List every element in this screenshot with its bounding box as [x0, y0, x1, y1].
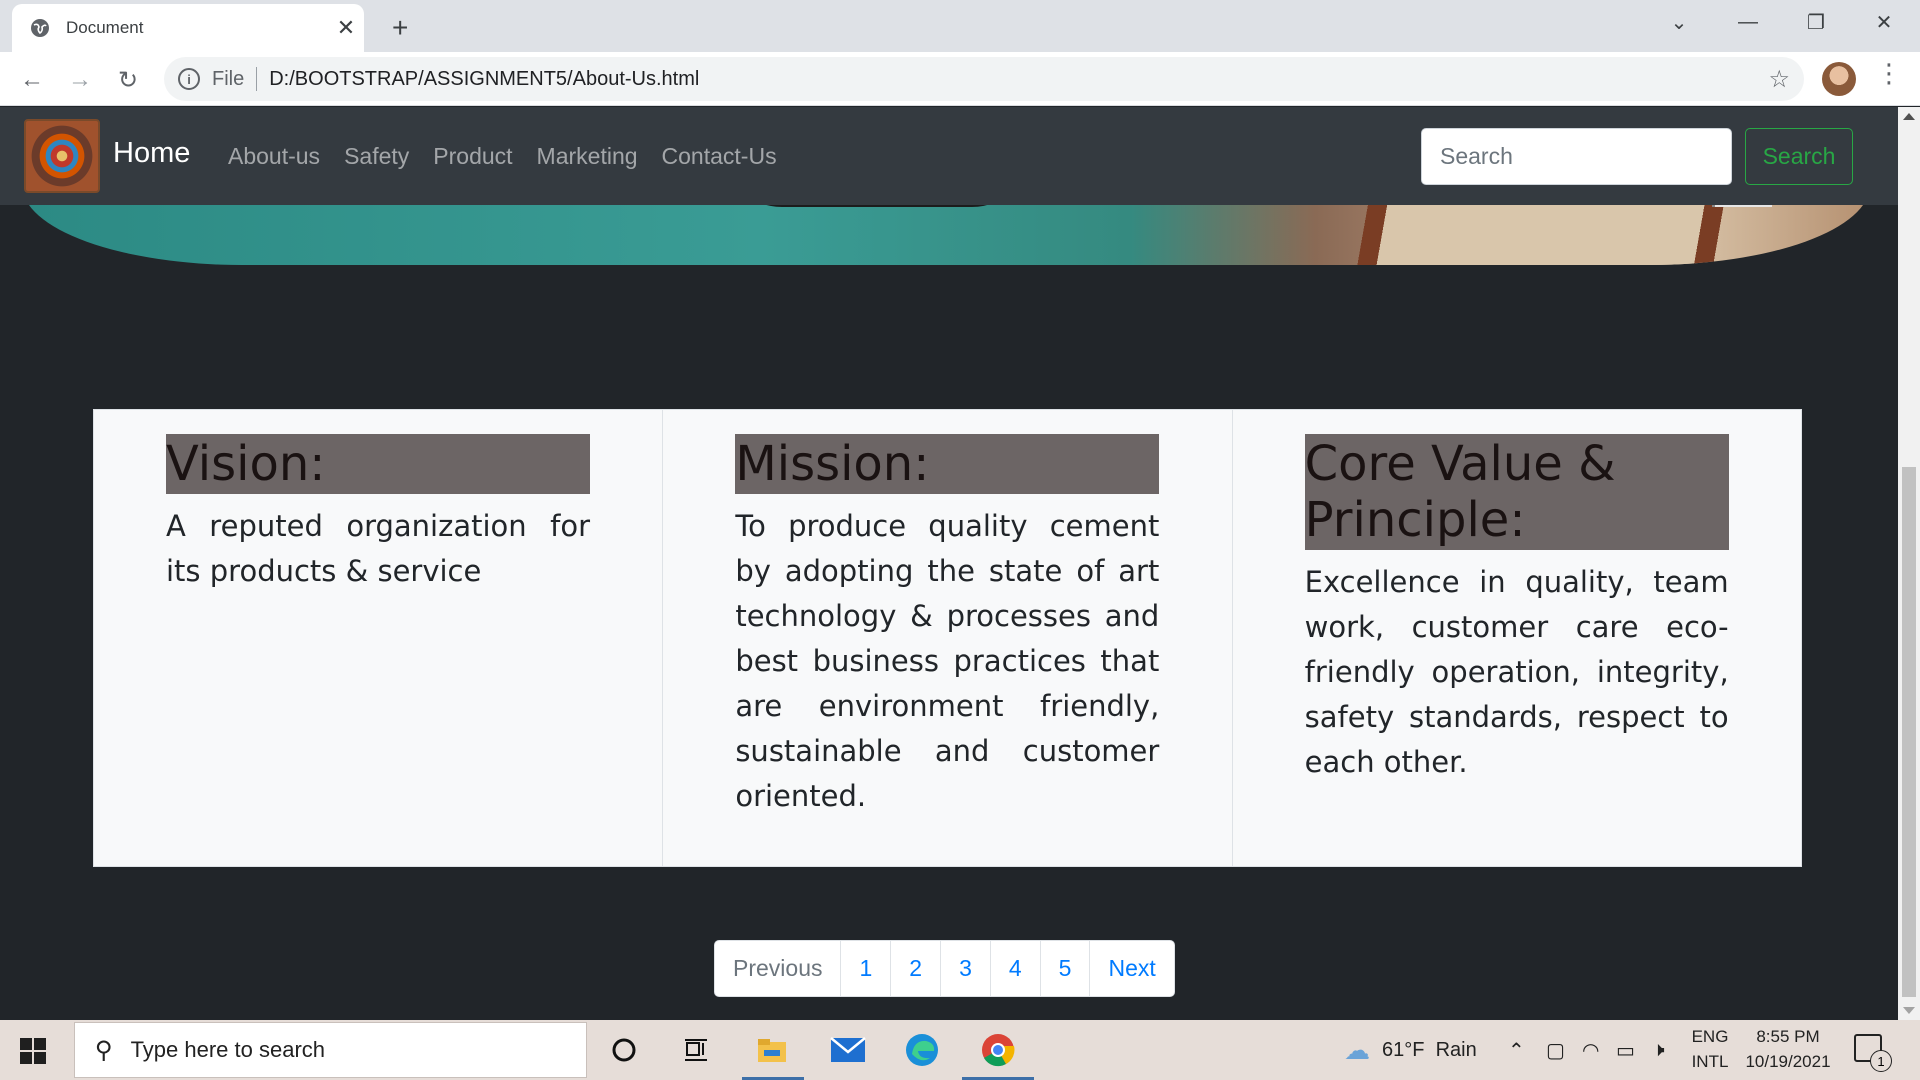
reload-icon[interactable]: ↻	[110, 62, 146, 98]
language-indicator[interactable]: ENG INTL	[1686, 1024, 1734, 1074]
taskbar-search-placeholder: Type here to search	[130, 1037, 326, 1062]
nav-link-product[interactable]: Product	[433, 143, 512, 170]
close-window-icon[interactable]: ✕	[1850, 0, 1918, 44]
browser-toolbar: ← → ↻ i File D:/BOOTSTRAP/ASSIGNMENT5/Ab…	[0, 52, 1920, 106]
profile-avatar[interactable]	[1822, 62, 1856, 96]
volume-muted-icon[interactable]: 🕨	[1652, 1020, 1665, 1080]
clock-date: 10/19/2021	[1745, 1052, 1831, 1071]
taskbar-search-box[interactable]: ⚲ Type here to search	[74, 1022, 587, 1078]
windows-taskbar: ⚲ Type here to search ☁ 61°F Rain ⌃ ▢ ◠ …	[0, 1020, 1920, 1080]
wifi-icon[interactable]: ◠	[1582, 1020, 1599, 1080]
page-viewport: Home About-us Safety Product Marketing C…	[0, 107, 1898, 1020]
cortana-icon[interactable]	[602, 1028, 646, 1072]
forward-icon[interactable]: →	[62, 62, 98, 98]
browser-tab-bar: Document ✕ + ⌄ — ❐ ✕	[0, 0, 1920, 52]
pagination: Previous 1 2 3 4 5 Next	[714, 940, 1175, 997]
card-group: Vision: A reputed organization for its p…	[93, 409, 1802, 867]
new-tab-button[interactable]: +	[392, 12, 408, 44]
card-text-mission: To produce quality cement by adopting th…	[735, 509, 1160, 813]
weather-widget[interactable]: ☁ 61°F Rain	[1344, 1020, 1477, 1080]
close-tab-icon[interactable]: ✕	[328, 15, 364, 41]
mission-card: Mission: To produce quality cement by ad…	[663, 410, 1233, 866]
nav-link-safety[interactable]: Safety	[344, 143, 409, 170]
search-button[interactable]: Search	[1745, 128, 1853, 185]
card-title-mission: Mission:	[735, 434, 1160, 494]
menu-icon[interactable]: ⋮	[1876, 60, 1902, 86]
nav-link-marketing[interactable]: Marketing	[537, 143, 638, 170]
minimize-icon[interactable]: —	[1714, 0, 1782, 44]
browser-tab[interactable]: Document ✕	[12, 4, 364, 52]
nav-link-contact-us[interactable]: Contact-Us	[662, 143, 777, 170]
tab-title: Document	[66, 18, 144, 37]
notification-badge: 1	[1870, 1050, 1892, 1072]
mail-icon[interactable]	[826, 1028, 870, 1072]
tab-search-icon[interactable]: ⌄	[1645, 0, 1713, 44]
navbar-brand-home[interactable]: Home	[113, 137, 190, 170]
meet-icon[interactable]: ▢	[1546, 1020, 1565, 1080]
address-bar[interactable]: i File D:/BOOTSTRAP/ASSIGNMENT5/About-Us…	[164, 57, 1804, 101]
core-value-card: Core Value & Principle: Excellence in qu…	[1233, 410, 1801, 866]
info-icon[interactable]: i	[178, 68, 200, 90]
globe-icon	[31, 19, 49, 37]
site-navbar: Home About-us Safety Product Marketing C…	[0, 107, 1898, 205]
scroll-down-arrow-icon[interactable]	[1903, 1007, 1915, 1014]
weather-icon: ☁	[1344, 1034, 1370, 1065]
pagination-previous[interactable]: Previous	[715, 941, 842, 996]
notification-icon[interactable]: 1	[1854, 1034, 1892, 1072]
site-logo[interactable]	[24, 119, 100, 193]
scroll-up-arrow-icon[interactable]	[1903, 113, 1915, 120]
pagination-page-1[interactable]: 1	[841, 941, 892, 996]
nav-link-about-us[interactable]: About-us	[228, 143, 320, 170]
card-title-core-value: Core Value & Principle:	[1304, 434, 1729, 550]
windows-start-icon[interactable]	[20, 1038, 46, 1064]
url-scheme: File	[212, 67, 245, 90]
url-text[interactable]: D:/BOOTSTRAP/ASSIGNMENT5/About-Us.html	[269, 68, 699, 91]
card-text-core-value: Excellence in quality, team work, custom…	[1304, 565, 1729, 779]
navbar-links: About-us Safety Product Marketing Contac…	[228, 143, 777, 170]
edge-icon[interactable]	[900, 1028, 944, 1072]
search-input[interactable]	[1421, 128, 1732, 185]
pagination-page-3[interactable]: 3	[941, 941, 991, 996]
clock-time: 8:55 PM	[1756, 1027, 1820, 1046]
weather-text: 61°F Rain	[1382, 1038, 1477, 1061]
card-title-vision: Vision:	[166, 434, 590, 494]
restore-icon[interactable]: ❐	[1782, 0, 1850, 44]
card-text-vision: A reputed organization for its products …	[166, 509, 590, 588]
battery-icon[interactable]: ▭	[1616, 1020, 1635, 1080]
language-bottom: INTL	[1691, 1052, 1729, 1071]
chevron-up-icon[interactable]: ⌃	[1508, 1020, 1525, 1080]
star-icon[interactable]: ☆	[1768, 65, 1790, 94]
pagination-page-2[interactable]: 2	[891, 941, 942, 996]
taskbar-clock[interactable]: 8:55 PM 10/19/2021	[1740, 1024, 1836, 1074]
page-scrollbar[interactable]	[1898, 107, 1920, 1020]
language-top: ENG	[1691, 1027, 1729, 1046]
task-view-icon[interactable]	[674, 1028, 718, 1072]
pagination-next[interactable]: Next	[1090, 941, 1173, 996]
file-explorer-icon[interactable]	[750, 1028, 794, 1072]
url-separator	[256, 67, 258, 91]
chrome-icon[interactable]	[976, 1028, 1020, 1072]
pagination-page-4[interactable]: 4	[991, 941, 1041, 996]
scrollbar-thumb[interactable]	[1902, 467, 1916, 997]
pagination-page-5[interactable]: 5	[1041, 941, 1091, 996]
back-icon[interactable]: ←	[14, 62, 50, 98]
search-icon: ⚲	[95, 1036, 113, 1064]
vision-card: Vision: A reputed organization for its p…	[94, 410, 664, 866]
